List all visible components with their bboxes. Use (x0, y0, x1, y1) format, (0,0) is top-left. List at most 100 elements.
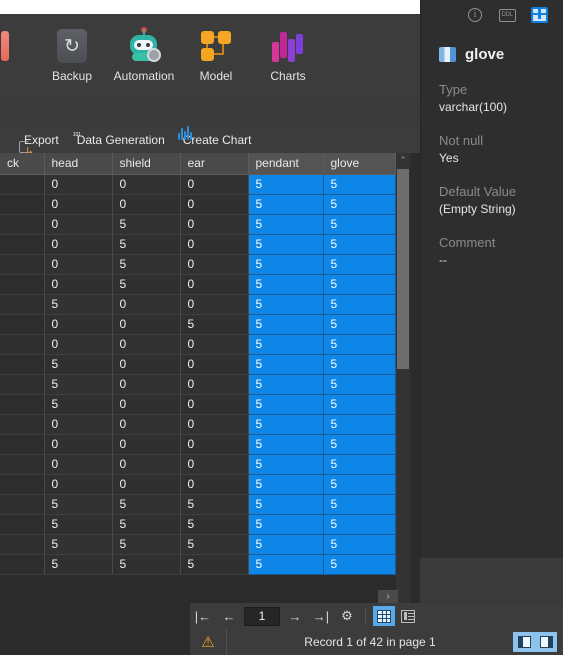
table-cell-pendant[interactable]: 5 (248, 534, 324, 555)
toolbar-import[interactable]: t (0, 133, 10, 147)
table-cell-ck[interactable] (0, 474, 45, 495)
table-cell-ck[interactable] (0, 514, 45, 535)
table-cell-pendant[interactable]: 5 (248, 254, 324, 275)
table-cell-shield[interactable]: 5 (112, 254, 181, 275)
table-cell-ck[interactable] (0, 254, 45, 275)
table-cell-head[interactable]: 0 (44, 474, 113, 495)
table-cell-pendant[interactable]: 5 (248, 554, 324, 575)
table-cell-ear[interactable]: 0 (180, 194, 249, 215)
grid-vertical-scrollbar[interactable]: ⌃ ⌄ (396, 153, 410, 655)
ribbon-item-charts[interactable]: Charts (252, 14, 324, 97)
page-number-input[interactable]: 1 (244, 606, 280, 626)
column-header-shield[interactable]: shield (112, 153, 181, 175)
table-cell-shield[interactable]: 5 (112, 214, 181, 235)
table-cell-head[interactable]: 0 (44, 314, 113, 335)
table-cell-ck[interactable] (0, 374, 45, 395)
table-cell-ear[interactable]: 0 (180, 214, 249, 235)
table-row[interactable]: 05055 (0, 214, 396, 235)
table-cell-pendant[interactable]: 5 (248, 474, 324, 495)
table-cell-pendant[interactable]: 5 (248, 194, 324, 215)
table-cell-shield[interactable]: 5 (112, 554, 181, 575)
table-cell-head[interactable]: 5 (44, 494, 113, 515)
table-cell-ear[interactable]: 0 (180, 434, 249, 455)
table-cell-ear[interactable]: 0 (180, 394, 249, 415)
table-cell-ck[interactable] (0, 334, 45, 355)
table-cell-ear[interactable]: 0 (180, 354, 249, 375)
table-row[interactable]: 00055 (0, 414, 396, 435)
next-page-button[interactable]: → (282, 603, 308, 629)
table-cell-ck[interactable] (0, 314, 45, 335)
table-cell-shield[interactable]: 0 (112, 374, 181, 395)
table-cell-head[interactable]: 0 (44, 434, 113, 455)
table-cell-glove[interactable]: 5 (323, 414, 396, 435)
table-cell-ear[interactable]: 5 (180, 494, 249, 515)
table-row[interactable]: 55555 (0, 514, 396, 535)
table-cell-pendant[interactable]: 5 (248, 414, 324, 435)
table-cell-ear[interactable]: 5 (180, 314, 249, 335)
table-row[interactable]: 05055 (0, 274, 396, 295)
table-cell-ear[interactable]: 0 (180, 234, 249, 255)
table-cell-glove[interactable]: 5 (323, 214, 396, 235)
ribbon-item-model[interactable]: Model (180, 14, 252, 97)
table-cell-shield[interactable]: 5 (112, 514, 181, 535)
table-cell-glove[interactable]: 5 (323, 354, 396, 375)
table-cell-shield[interactable]: 0 (112, 454, 181, 475)
table-cell-ck[interactable] (0, 194, 45, 215)
last-page-button[interactable]: →| (308, 603, 334, 629)
table-cell-ear[interactable]: 0 (180, 374, 249, 395)
table-cell-pendant[interactable]: 5 (248, 374, 324, 395)
table-row[interactable]: 05055 (0, 234, 396, 255)
table-cell-head[interactable]: 0 (44, 454, 113, 475)
table-cell-ck[interactable] (0, 294, 45, 315)
toolbar-export[interactable]: ↳ Export (15, 133, 63, 158)
table-cell-pendant[interactable]: 5 (248, 394, 324, 415)
table-row[interactable]: 50055 (0, 354, 396, 375)
ribbon-item-backup[interactable]: ↻ Backup (36, 14, 108, 97)
table-cell-glove[interactable]: 5 (323, 434, 396, 455)
scrollbar-track[interactable] (396, 167, 410, 655)
table-cell-ck[interactable] (0, 414, 45, 435)
table-cell-pendant[interactable]: 5 (248, 234, 324, 255)
table-cell-pendant[interactable]: 5 (248, 314, 324, 335)
table-cell-head[interactable]: 5 (44, 294, 113, 315)
table-cell-head[interactable]: 0 (44, 334, 113, 355)
table-cell-ear[interactable]: 0 (180, 274, 249, 295)
table-row[interactable]: 55555 (0, 534, 396, 555)
table-cell-ear[interactable]: 0 (180, 414, 249, 435)
table-cell-ck[interactable] (0, 554, 45, 575)
fields-tab[interactable] (529, 6, 549, 24)
table-row[interactable]: 00055 (0, 474, 396, 495)
table-row[interactable]: 50055 (0, 394, 396, 415)
table-cell-glove[interactable]: 5 (323, 274, 396, 295)
table-cell-pendant[interactable]: 5 (248, 294, 324, 315)
warning-icon[interactable]: ⚠ (190, 633, 226, 651)
table-cell-ck[interactable] (0, 354, 45, 375)
table-cell-shield[interactable]: 0 (112, 354, 181, 375)
table-cell-shield[interactable]: 0 (112, 194, 181, 215)
table-cell-glove[interactable]: 5 (323, 194, 396, 215)
table-cell-glove[interactable]: 5 (323, 494, 396, 515)
first-page-button[interactable]: |← (190, 603, 216, 629)
table-cell-shield[interactable]: 0 (112, 394, 181, 415)
table-cell-glove[interactable]: 5 (323, 314, 396, 335)
table-cell-glove[interactable]: 5 (323, 234, 396, 255)
table-row[interactable]: 00055 (0, 434, 396, 455)
table-cell-ear[interactable]: 0 (180, 334, 249, 355)
table-cell-ck[interactable] (0, 494, 45, 515)
table-row[interactable]: 00055 (0, 334, 396, 355)
table-cell-ck[interactable] (0, 214, 45, 235)
table-cell-ck[interactable] (0, 394, 45, 415)
table-cell-glove[interactable]: 5 (323, 534, 396, 555)
table-row[interactable]: 00555 (0, 314, 396, 335)
right-panel-toggle[interactable] (535, 632, 557, 652)
table-cell-head[interactable]: 0 (44, 234, 113, 255)
table-cell-shield[interactable]: 0 (112, 314, 181, 335)
grid-view-button[interactable] (373, 606, 395, 626)
table-cell-ear[interactable]: 5 (180, 534, 249, 555)
table-cell-ck[interactable] (0, 234, 45, 255)
table-row[interactable]: 00055 (0, 454, 396, 475)
table-row[interactable]: 00055 (0, 174, 396, 195)
table-cell-ear[interactable]: 0 (180, 174, 249, 195)
table-cell-head[interactable]: 5 (44, 394, 113, 415)
scroll-up-arrow[interactable]: ⌃ (396, 153, 410, 167)
